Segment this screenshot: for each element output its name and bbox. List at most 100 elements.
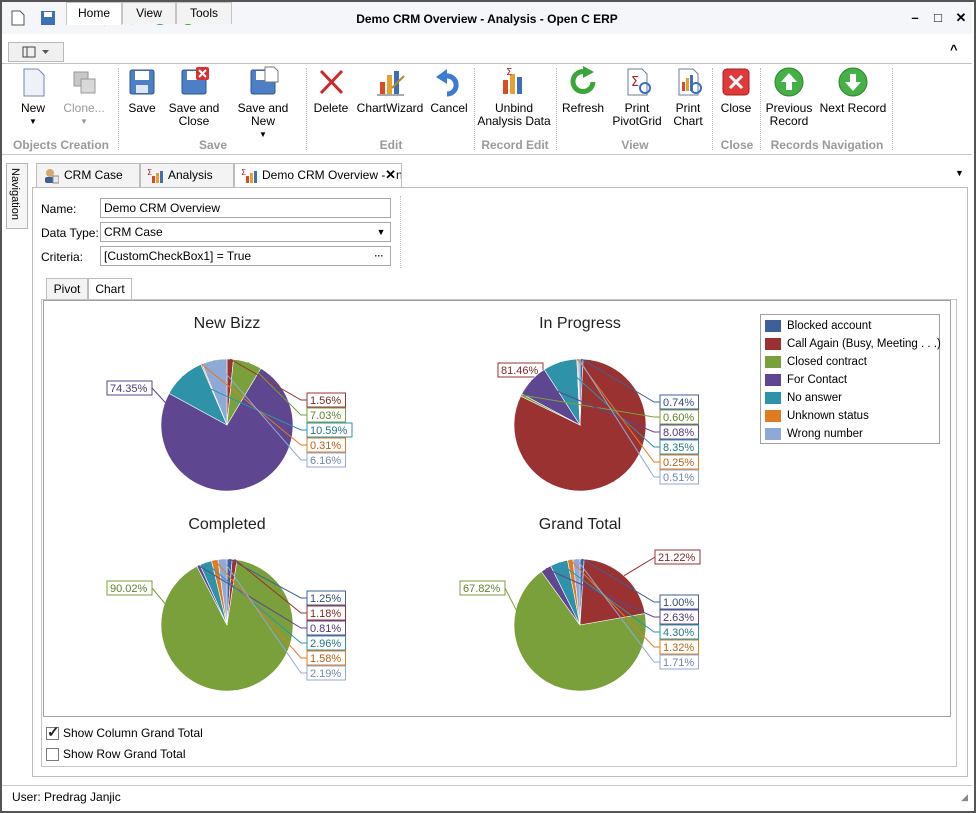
tab-home[interactable]: Home — [66, 2, 122, 25]
pie-data-label: 8.08% — [663, 427, 694, 439]
navigation-panel-tab[interactable]: Navigation — [6, 163, 28, 229]
delete-x-icon — [315, 66, 347, 98]
show-row-grand-total-checkbox[interactable]: Show Row Grand Total — [46, 745, 186, 763]
save-new-label: Save and New — [237, 101, 289, 128]
print-chart-icon — [672, 66, 704, 98]
maximize-icon[interactable]: □ — [930, 10, 946, 26]
ribbon-separator — [306, 68, 307, 150]
legend-item: Call Again (Busy, Meeting . . .) — [765, 335, 941, 353]
show-row-grand-total-label: Show Row Grand Total — [63, 747, 186, 761]
svg-text:Σ: Σ — [506, 67, 512, 78]
pie-data-label: 81.46% — [501, 365, 539, 377]
legend-label: Call Again (Busy, Meeting . . .) — [787, 338, 941, 350]
legend-label: Closed contract — [787, 356, 867, 368]
name-label: Name: — [41, 202, 77, 216]
save-new-icon — [247, 66, 279, 98]
next-record-button[interactable]: Next Record — [818, 66, 888, 115]
legend-label: Unknown status — [787, 410, 869, 422]
ellipsis-button[interactable]: ··· — [371, 247, 387, 265]
name-field[interactable]: Demo CRM Overview — [100, 198, 391, 218]
navigation-label: Navigation — [9, 168, 21, 220]
tab-analysis[interactable]: Σ Analysis — [140, 163, 234, 187]
cancel-button[interactable]: Cancel — [428, 66, 470, 115]
tab-view[interactable]: View — [122, 2, 176, 24]
datatype-value: CRM Case — [104, 225, 163, 239]
legend-swatch — [765, 428, 781, 440]
clone-icon — [68, 66, 100, 98]
pie-title: In Progress — [539, 315, 621, 332]
pie-data-label: 7.03% — [310, 410, 341, 422]
group-records-navigation: Records Navigation — [770, 138, 884, 152]
tab-crm-case-label: CRM Case — [64, 168, 123, 182]
datatype-select[interactable]: CRM Case ▼ — [100, 222, 391, 242]
save-and-close-button[interactable]: Save and Close — [166, 66, 222, 128]
pie-data-label: 1.71% — [663, 657, 694, 669]
delete-button[interactable]: Delete — [310, 66, 352, 115]
cancel-label: Cancel — [430, 101, 468, 115]
print-pivotgrid-button[interactable]: Σ Print PivotGrid — [610, 66, 664, 128]
criteria-label: Criteria: — [41, 250, 84, 264]
print-pivot-icon: Σ — [621, 66, 653, 98]
prev-label-2: Record — [769, 114, 809, 128]
tab-demo-crm-overview[interactable]: Σ Demo CRM Overview - Analysis ✕ — [234, 163, 402, 187]
pie-title: New Bizz — [194, 315, 261, 332]
tab-tools[interactable]: Tools — [176, 2, 232, 24]
refresh-label: Refresh — [561, 101, 605, 115]
tab-chart[interactable]: Chart — [88, 278, 132, 301]
close-button[interactable]: Close — [716, 66, 756, 115]
tab-list-dropdown-icon[interactable]: ▼ — [955, 168, 964, 178]
undo-arrow-icon — [433, 66, 465, 98]
checkbox-box[interactable] — [46, 747, 59, 761]
save-icon[interactable] — [38, 8, 58, 28]
app-menu-button[interactable] — [8, 42, 64, 62]
dropdown-arrow-icon[interactable]: ▼ — [375, 223, 387, 241]
pie-leader-line — [623, 556, 656, 577]
chart-wizard-icon — [374, 66, 406, 98]
close-tab-icon[interactable]: ✕ — [385, 164, 396, 186]
pie-data-label: 8.35% — [663, 442, 694, 454]
tab-pivot[interactable]: Pivot — [46, 278, 88, 300]
tab-crm-case[interactable]: CRM Case — [36, 163, 140, 187]
pie-title: Grand Total — [539, 516, 621, 533]
save-close-icon — [178, 66, 210, 98]
pie-data-label: 4.30% — [663, 627, 694, 639]
checkbox-box[interactable] — [46, 723, 60, 741]
pie-data-label: 90.02% — [110, 583, 148, 595]
close-red-icon — [720, 66, 752, 98]
new-button[interactable]: New ▼ — [10, 66, 56, 128]
minimize-icon[interactable]: – — [907, 10, 923, 26]
delete-label: Delete — [313, 101, 349, 115]
tab-analysis-label: Analysis — [168, 168, 213, 182]
group-save: Save — [198, 138, 228, 152]
save-button[interactable]: Save — [122, 66, 162, 115]
collapse-ribbon-icon[interactable]: ^ — [950, 42, 958, 57]
pie-data-label: 0.25% — [663, 457, 694, 469]
pie-data-label: 0.60% — [663, 412, 694, 424]
show-column-grand-total-checkbox[interactable]: Show Column Grand Total — [46, 723, 203, 742]
close-window-icon[interactable]: ✕ — [953, 10, 969, 26]
print-chart-button[interactable]: Print Chart — [666, 66, 710, 128]
datatype-label: Data Type: — [41, 226, 99, 240]
ribbon-tab-row — [2, 40, 972, 64]
ribbon-separator — [760, 68, 761, 150]
pie-data-label: 2.63% — [663, 612, 694, 624]
clone-button[interactable]: Clone... ▼ — [58, 66, 110, 128]
legend-item: Blocked account — [765, 317, 871, 335]
criteria-field[interactable]: [CustomCheckBox1] = True ··· — [100, 246, 391, 266]
save-and-new-button[interactable]: Save and New ▼ — [226, 66, 300, 141]
form-separator — [400, 196, 401, 268]
pie-data-label: 0.74% — [663, 397, 694, 409]
clone-label: Clone... — [63, 101, 105, 115]
new-document-icon[interactable] — [8, 8, 28, 28]
legend-label: Wrong number — [787, 428, 863, 440]
previous-record-button[interactable]: Previous Record — [764, 66, 814, 128]
group-view: View — [621, 138, 649, 152]
next-label: Next Record — [819, 101, 887, 115]
chartwizard-button[interactable]: ChartWizard — [356, 66, 424, 115]
refresh-button[interactable]: Refresh — [560, 66, 606, 115]
resize-grip-icon[interactable]: ◢ — [961, 792, 968, 803]
refresh-arrow-icon — [567, 66, 599, 98]
unbind-analysis-data-button[interactable]: Σ Unbind Analysis Data — [476, 66, 552, 128]
status-bar: User: Predrag Janjic ◢ — [2, 785, 972, 809]
pie-data-label: 2.96% — [310, 638, 341, 650]
